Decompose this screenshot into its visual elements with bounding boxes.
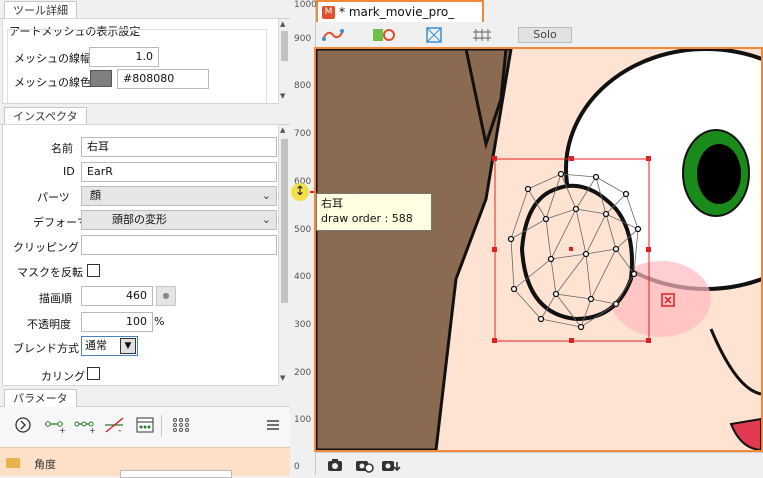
mesh-line-width-label: メッシュの線幅 [14,52,91,65]
blend-mode-dropdown-button[interactable]: ▼ [120,338,136,354]
tab-tool-detail[interactable]: ツール詳細 [4,1,77,19]
tool-detail-panel: アートメッシュの表示設定 メッシュの線幅 1.0 メッシュの線色 #808080… [2,18,290,104]
tooltip-name: 右耳 [321,197,343,210]
deformer-select-value: 頭部の変形 [112,213,167,226]
opacity-input[interactable]: 100 [81,312,153,332]
folder-icon [6,458,20,468]
scroll-down-icon[interactable]: ▼ [280,374,285,382]
chevron-down-icon: ⌄ [261,213,271,226]
tab-parameter[interactable]: パラメータ [4,389,77,407]
mesh-line-color-swatch[interactable] [90,70,112,87]
parameter-header: パラメータ [0,388,290,407]
ruler-tick: 1000 [294,0,317,10]
character-canvas[interactable] [316,49,761,450]
scroll-down-icon[interactable]: ▼ [280,92,285,100]
blend-mode-label: ブレンド方式 [13,342,79,355]
parameter-row-label: 角度 [34,458,56,471]
draw-order-label: 描画順 [39,292,72,305]
camera-export-icon[interactable] [380,457,402,476]
canvas-viewport[interactable] [314,47,763,452]
keyform-table-icon[interactable] [132,415,158,439]
opacity-unit: % [154,315,165,328]
canvas-tooltip: 右耳 draw order : 588 [316,193,432,231]
resize-cursor-icon[interactable]: ↕ [291,183,309,201]
clipping-input[interactable] [81,235,277,255]
invert-mask-checkbox[interactable] [87,264,100,277]
inspector-header: インスペクタ [0,106,290,125]
ruler-tick: 700 [294,129,312,139]
scroll-up-icon[interactable]: ▲ [280,126,285,134]
blend-mode-value: 通常 [85,339,107,352]
parts-select-value: 顔 [90,189,101,202]
mesh-edit-icon[interactable] [369,25,399,45]
parameter-toolbar: + + - [0,407,290,447]
mesh-line-color-input[interactable]: #808080 [117,69,209,89]
draw-order-input[interactable]: 460 [81,286,153,306]
svg-text:+: + [59,426,66,434]
view-toolbar: Solo [316,23,763,48]
ruler-tick: 800 [294,81,312,91]
add-keyform-icon[interactable]: + [42,415,68,439]
id-label: ID [63,165,75,178]
ruler-tick: 300 [294,320,312,330]
tool-detail-scrollbar[interactable]: ▲ ▼ [279,19,290,103]
tool-detail-header: ツール詳細 [0,0,290,19]
ruler-tick: 200 [294,368,312,378]
parts-label: パーツ [37,191,70,204]
svg-text:-: - [118,426,121,434]
document-tab-title: * mark_movie_pro_ [339,5,455,19]
deformer-label: デフォーマ [33,216,88,229]
inspector-panel: 名前 右耳 ID EarR パーツ 顔 ⌄ デフォーマ 頭部の変形 ⌄ クリッピ… [2,124,290,386]
canvas-bottom-bar [316,452,763,476]
mesh-line-width-input[interactable]: 1.0 [89,47,159,67]
ruler-tick: 500 [294,225,312,235]
deformer-select[interactable]: 頭部の変形 ⌄ [81,210,277,230]
name-label: 名前 [51,142,73,155]
toolbar-divider [161,415,162,437]
ruler-tick: 100 [294,415,312,425]
invert-mask-label: マスクを反転 [17,266,83,279]
parameter-row[interactable]: 角度 [0,447,290,478]
remove-keyform-icon[interactable]: - [102,415,128,439]
culling-checkbox[interactable] [87,367,100,380]
scroll-thumb[interactable] [281,31,288,61]
solo-button[interactable]: Solo [518,27,572,43]
scroll-up-icon[interactable]: ▲ [280,20,285,28]
tooltip-draw-order: draw order : 588 [321,212,413,225]
play-circle-icon[interactable] [10,415,36,439]
camera-icon[interactable] [326,457,344,476]
camera-settings-icon[interactable] [354,457,374,476]
mesh-line-color-label: メッシュの線色 [14,76,91,89]
opacity-label: 不透明度 [27,318,71,331]
grid-icon[interactable] [468,25,498,45]
parameter-slider-track[interactable] [120,470,232,478]
vertical-ruler: 1000 900 800 700 600 500 400 300 200 100… [290,0,317,475]
scroll-thumb[interactable] [281,139,288,303]
draw-order-reset-button[interactable]: ● [156,286,176,306]
clipping-label: クリッピング [13,241,79,254]
inspector-scrollbar[interactable]: ▲ ▼ [279,125,290,385]
id-input[interactable]: EarR [81,162,277,182]
chevron-down-icon: ⌄ [261,189,271,202]
ruler-tick: 0 [294,462,300,472]
add-three-keyforms-icon[interactable]: + [72,415,98,439]
model-file-icon: M [322,6,335,19]
culling-label: カリング [41,370,85,383]
tab-inspector[interactable]: インスペクタ [4,107,87,125]
ruler-tick: 900 [294,34,312,44]
name-input[interactable]: 右耳 [81,137,277,157]
keyform-grid-icon[interactable] [168,415,194,439]
document-tab[interactable]: M * mark_movie_pro_ [316,0,484,22]
ruler-tick: 400 [294,272,312,282]
svg-text:+: + [89,426,96,434]
parts-select[interactable]: 顔 ⌄ [81,186,277,206]
menu-icon[interactable] [260,415,286,439]
deformer-path-icon[interactable] [318,25,348,45]
transform-icon[interactable] [419,25,449,45]
